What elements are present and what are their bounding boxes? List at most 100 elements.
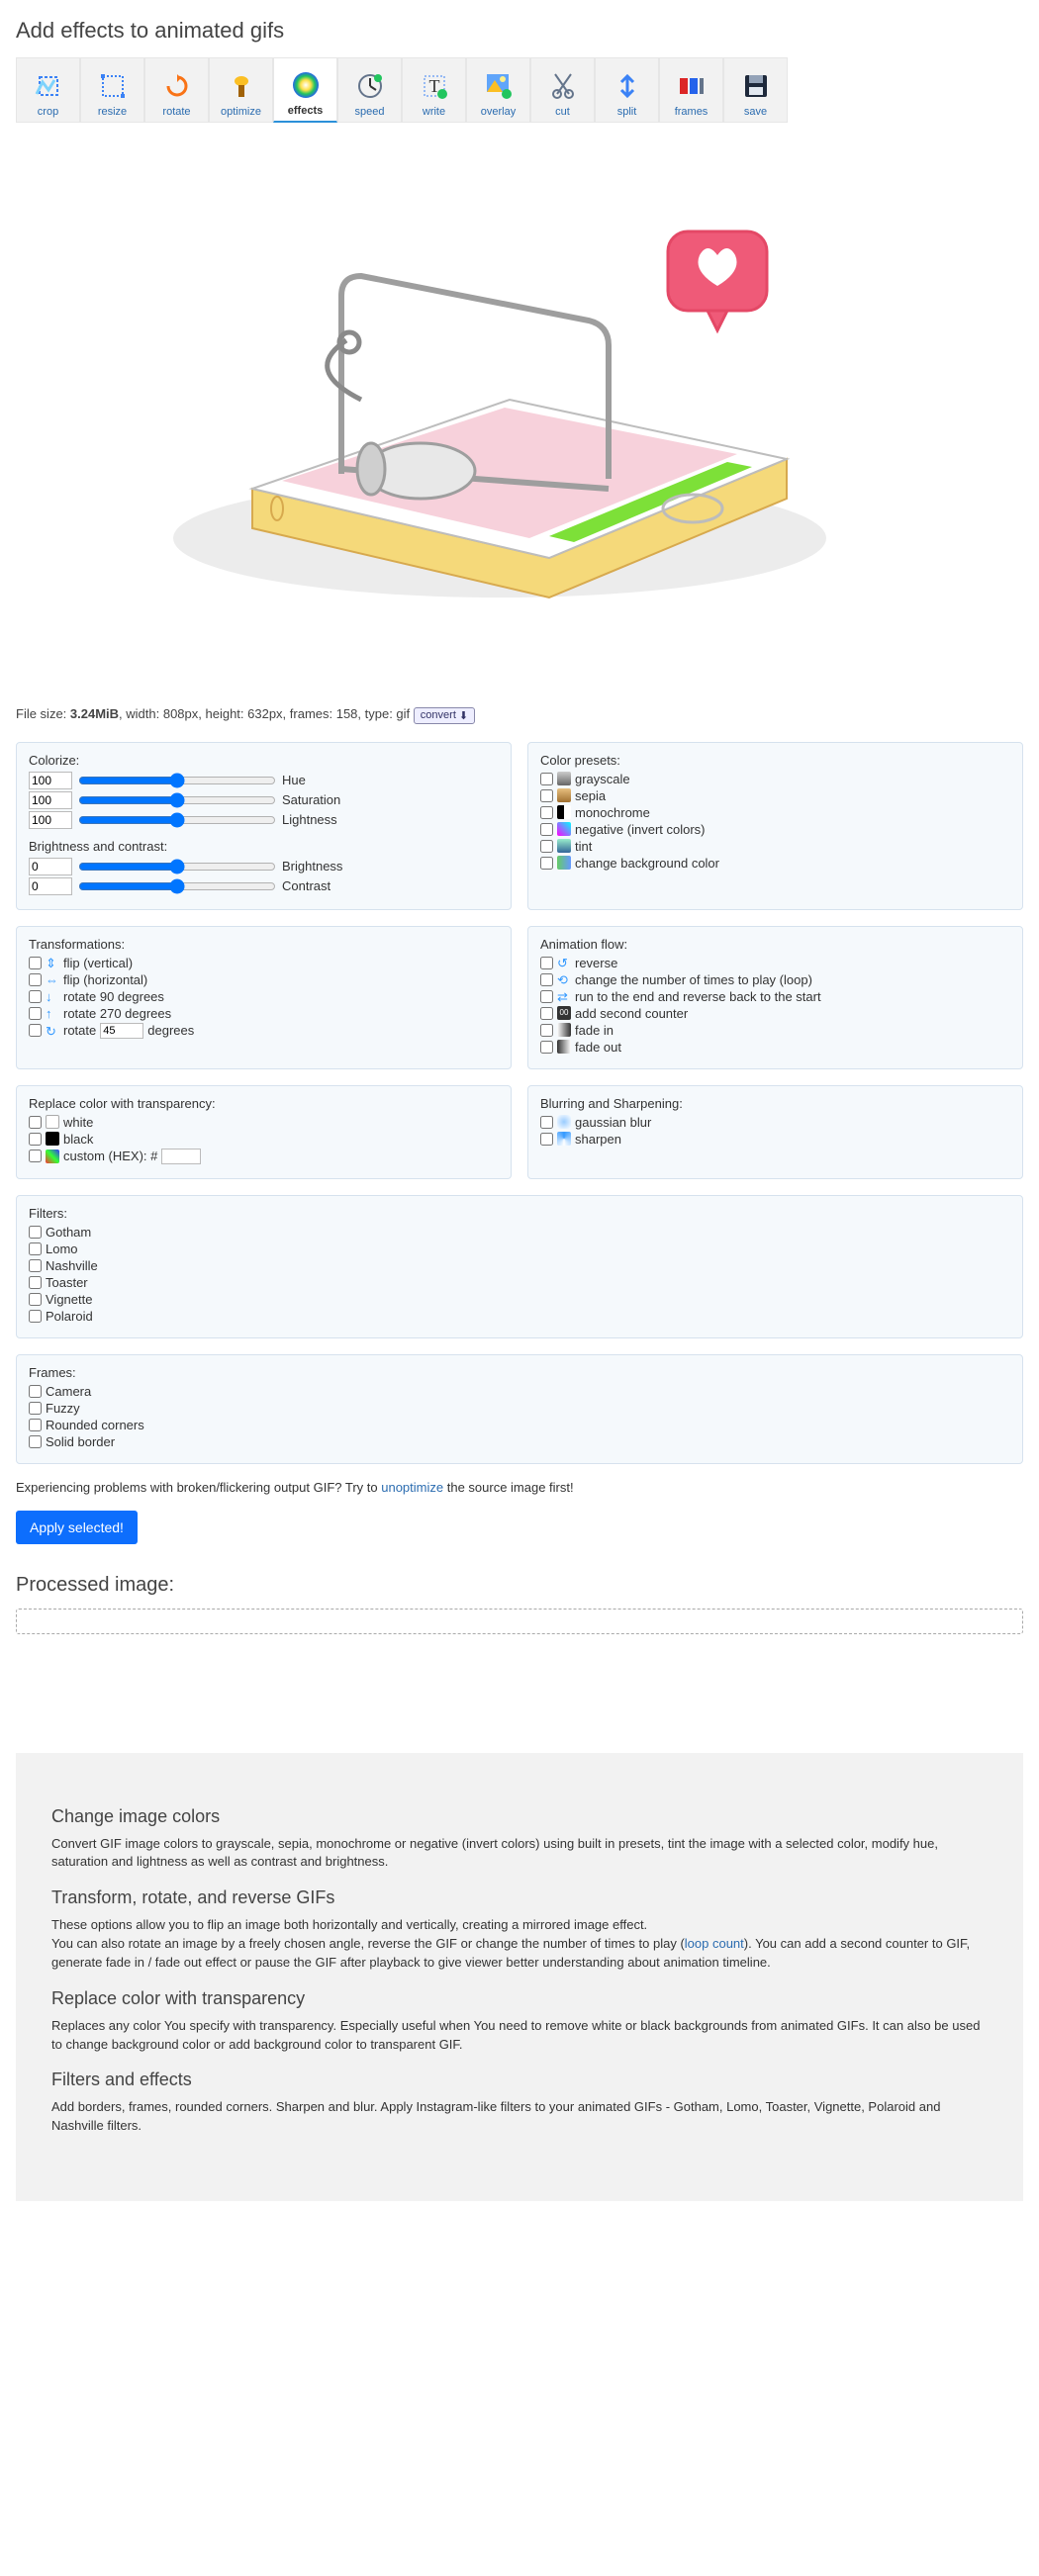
transforms-panel: Transformations: ⇕flip (vertical) ⇔flip …: [16, 926, 512, 1069]
panel-title: Filters:: [29, 1206, 1010, 1221]
frame-rounded[interactable]: [29, 1419, 42, 1431]
frame-fuzzy[interactable]: [29, 1402, 42, 1415]
loop-icon: ⟲: [557, 972, 571, 986]
cut-icon: [547, 70, 579, 102]
flow-bounce[interactable]: [540, 990, 553, 1003]
frames-panel: Frames: Camera Fuzzy Rounded corners Sol…: [16, 1354, 1023, 1464]
tool-label: rotate: [162, 106, 190, 118]
saturation-slider[interactable]: [78, 793, 276, 807]
brightness-value[interactable]: [29, 858, 72, 875]
tool-label: split: [617, 106, 637, 118]
contrast-slider[interactable]: [78, 879, 276, 893]
flow-loop[interactable]: [540, 973, 553, 986]
flip-h-icon: ⇔: [46, 972, 59, 986]
r90-icon: ↓: [46, 989, 59, 1003]
tool-effects[interactable]: effects: [273, 57, 337, 123]
flow-panel: Animation flow: ↺reverse ⟲change the num…: [527, 926, 1023, 1069]
tool-optimize[interactable]: optimize: [209, 57, 273, 123]
bgcolor-icon: [557, 856, 571, 870]
contrast-value[interactable]: [29, 877, 72, 895]
panel-title: Animation flow:: [540, 937, 1010, 952]
hue-slider[interactable]: [78, 774, 276, 787]
replace-white[interactable]: [29, 1116, 42, 1129]
convert-button[interactable]: convert⬇: [414, 707, 475, 724]
sharpen[interactable]: [540, 1133, 553, 1146]
filter-vignette[interactable]: [29, 1293, 42, 1306]
sepia-icon: [557, 788, 571, 802]
tool-label: save: [744, 106, 767, 118]
preset-sepia[interactable]: [540, 789, 553, 802]
flip-horizontal[interactable]: [29, 973, 42, 986]
flip-vertical[interactable]: [29, 957, 42, 969]
loop-count-link[interactable]: loop count: [685, 1936, 744, 1951]
brightness-slider[interactable]: [78, 860, 276, 874]
save-icon: [740, 70, 772, 102]
filters-panel: Filters: Gotham Lomo Nashville Toaster V…: [16, 1195, 1023, 1338]
monochrome-icon: [557, 805, 571, 819]
black-icon: [46, 1132, 59, 1146]
help-text: Convert GIF image colors to grayscale, s…: [51, 1835, 988, 1873]
flip-v-icon: ⇕: [46, 956, 59, 969]
blur-icon: [557, 1115, 571, 1129]
filter-polaroid[interactable]: [29, 1310, 42, 1323]
fadeout-icon: [557, 1040, 571, 1054]
apply-button[interactable]: Apply selected!: [16, 1511, 138, 1544]
preset-grayscale[interactable]: [540, 773, 553, 785]
preset-tint[interactable]: [540, 840, 553, 853]
filter-toaster[interactable]: [29, 1276, 42, 1289]
processed-title: Processed image:: [16, 1574, 1023, 1597]
tool-speed[interactable]: speed: [337, 57, 402, 123]
tool-cut[interactable]: cut: [530, 57, 595, 123]
frames-icon: [676, 70, 708, 102]
tool-split[interactable]: split: [595, 57, 659, 123]
frame-solid[interactable]: [29, 1435, 42, 1448]
tool-crop[interactable]: crop: [16, 57, 80, 123]
help-heading: Filters and effects: [51, 2070, 988, 2090]
saturation-value[interactable]: [29, 791, 72, 809]
fadein-icon: [557, 1023, 571, 1037]
r270-icon: ↑: [46, 1006, 59, 1020]
lightness-value[interactable]: [29, 811, 72, 829]
frame-camera[interactable]: [29, 1385, 42, 1398]
rotate-icon: [161, 70, 193, 102]
replace-custom[interactable]: [29, 1150, 42, 1162]
replace-black[interactable]: [29, 1133, 42, 1146]
processed-output: [16, 1609, 1023, 1634]
hue-value[interactable]: [29, 772, 72, 789]
tool-save[interactable]: save: [723, 57, 788, 123]
tool-rotate[interactable]: rotate: [144, 57, 209, 123]
flow-counter[interactable]: [540, 1007, 553, 1020]
preset-bgcolor[interactable]: [540, 857, 553, 870]
filter-nashville[interactable]: [29, 1259, 42, 1272]
tool-frames[interactable]: frames: [659, 57, 723, 123]
flow-reverse[interactable]: [540, 957, 553, 969]
colorize-panel: Colorize: Hue Saturation Lightness Brigh…: [16, 742, 512, 910]
filter-gotham[interactable]: [29, 1226, 42, 1239]
rotate-90[interactable]: [29, 990, 42, 1003]
tool-label: cut: [555, 106, 570, 118]
rotate-270[interactable]: [29, 1007, 42, 1020]
lightness-slider[interactable]: [78, 813, 276, 827]
tool-write[interactable]: Twrite: [402, 57, 466, 123]
effects-icon: [290, 69, 322, 101]
tool-overlay[interactable]: overlay: [466, 57, 530, 123]
panel-title: Transformations:: [29, 937, 499, 952]
flow-fadeout[interactable]: [540, 1041, 553, 1054]
download-icon: ⬇: [459, 709, 468, 722]
custom-hex-input[interactable]: [161, 1149, 201, 1164]
tool-resize[interactable]: resize: [80, 57, 144, 123]
help-section: Change image colors Convert GIF image co…: [16, 1753, 1023, 2202]
unoptimize-link[interactable]: unoptimize: [381, 1480, 443, 1495]
gaussian-blur[interactable]: [540, 1116, 553, 1129]
flow-fadein[interactable]: [540, 1024, 553, 1037]
panel-title: Colorize:: [29, 753, 499, 768]
filter-lomo[interactable]: [29, 1242, 42, 1255]
negative-icon: [557, 822, 571, 836]
rotate-degrees-input[interactable]: [100, 1023, 143, 1039]
panel-title: Color presets:: [540, 753, 1010, 768]
preset-monochrome[interactable]: [540, 806, 553, 819]
preset-negative[interactable]: [540, 823, 553, 836]
unoptimize-hint: Experiencing problems with broken/flicke…: [16, 1480, 1023, 1495]
tool-label: optimize: [221, 106, 261, 118]
rotate-custom[interactable]: [29, 1024, 42, 1037]
